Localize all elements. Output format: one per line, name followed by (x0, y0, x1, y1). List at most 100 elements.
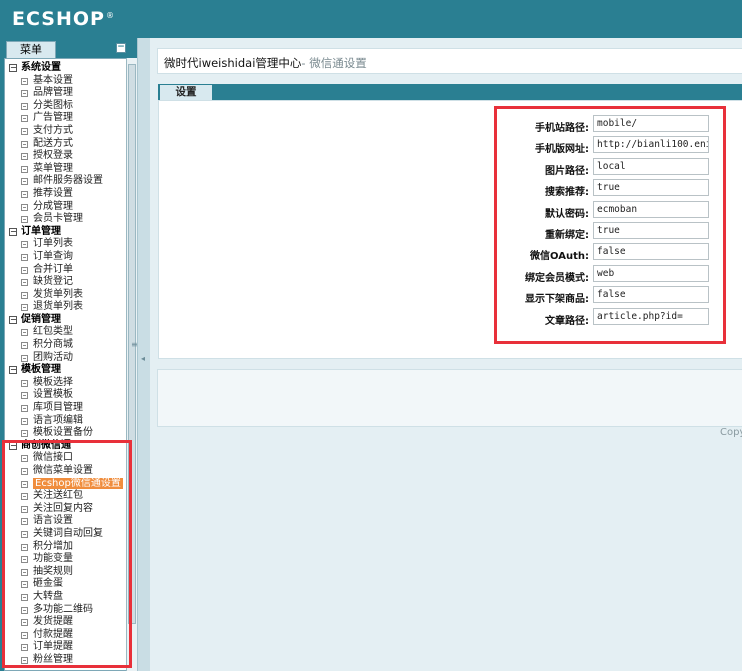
tree-leaf-icon (21, 266, 28, 274)
field-label: 重新绑定: (545, 230, 589, 241)
menu-item[interactable]: 菜单管理 (7, 163, 129, 176)
menu-item[interactable]: 设置模板 (7, 389, 129, 402)
menu-item[interactable]: 订单查询 (7, 251, 129, 264)
tree-leaf-icon (21, 140, 28, 148)
menu-item-label[interactable]: 授权登录 (33, 150, 73, 161)
menu-item-label[interactable]: 红包类型 (33, 326, 73, 337)
menu-item[interactable]: 模板设置备份 (7, 427, 129, 440)
highlight-box-menu (2, 440, 132, 668)
field-label: 文章路径: (545, 315, 589, 327)
menu-item-label[interactable]: 订单查询 (33, 251, 73, 262)
tree-minus-icon[interactable]: − (9, 315, 17, 324)
menu-item[interactable]: 推荐设置 (7, 188, 129, 201)
tab-strip: 设置 (158, 84, 742, 100)
menu-item[interactable]: 授权登录 (7, 150, 129, 163)
field-input[interactable]: http://bianli100.enic (593, 136, 709, 154)
tree-leaf-icon (21, 241, 28, 249)
tree-leaf-icon (21, 354, 28, 362)
menu-item-label[interactable]: 缺货登记 (33, 276, 73, 287)
field-input[interactable]: false (593, 243, 709, 261)
menu-item-label[interactable]: 合并订单 (33, 264, 73, 275)
collapse-arrow-icon[interactable]: ◂ (141, 354, 145, 363)
tree-leaf-icon (21, 342, 28, 350)
menu-item[interactable]: 分类图标 (7, 100, 129, 113)
menu-item-label[interactable]: 订单列表 (33, 238, 73, 249)
menu-item[interactable]: 库项目管理 (7, 402, 129, 415)
field-input[interactable]: true (593, 222, 709, 239)
menu-group-label: 模板管理 (21, 364, 61, 376)
tree-minus-icon[interactable]: − (9, 227, 17, 236)
tree-minus-icon[interactable]: − (9, 366, 17, 375)
menu-group[interactable]: − 模板管理 (7, 364, 129, 377)
frame-divider[interactable]: ◂ (137, 38, 150, 671)
menu-item[interactable]: 会员卡管理 (7, 213, 129, 226)
menu-item[interactable]: 红包类型 (7, 326, 129, 339)
menu-item[interactable]: 模板选择 (7, 377, 129, 390)
menu-item-label[interactable]: 分成管理 (33, 201, 73, 212)
menu-group[interactable]: − 促销管理 (7, 314, 129, 327)
menu-item[interactable]: 品牌管理 (7, 87, 129, 100)
menu-item[interactable]: 团购活动 (7, 352, 129, 365)
tree-leaf-icon (21, 153, 28, 161)
menu-item[interactable]: 积分商城 (7, 339, 129, 352)
menu-item[interactable]: 语言项编辑 (7, 415, 129, 428)
menu-item-label[interactable]: 基本设置 (33, 75, 73, 86)
menu-item[interactable]: 基本设置 (7, 75, 129, 88)
form-row: 搜索推荐: true (500, 179, 724, 200)
menu-item-label[interactable]: 支付方式 (33, 125, 73, 136)
menu-item[interactable]: 合并订单 (7, 264, 129, 277)
menu-item-label[interactable]: 广告管理 (33, 112, 73, 123)
menu-item-label[interactable]: 模板选择 (33, 377, 73, 388)
menu-item[interactable]: 广告管理 (7, 112, 129, 125)
tab-settings[interactable]: 设置 (160, 85, 212, 100)
tree-leaf-icon (21, 430, 28, 438)
menu-item-label[interactable]: 模板设置备份 (33, 427, 93, 438)
square-minus-icon[interactable]: − (116, 43, 126, 53)
field-label: 搜索推荐: (545, 187, 589, 199)
menu-item[interactable]: 缺货登记 (7, 276, 129, 289)
field-input[interactable]: web (593, 264, 709, 282)
menu-item[interactable]: 支付方式 (7, 125, 129, 138)
form-row: 绑定会员模式: web (500, 264, 724, 286)
form-row: 手机站路径: mobile/ (500, 115, 724, 136)
menu-item-label[interactable]: 推荐设置 (33, 188, 73, 199)
menu-item-label[interactable]: 分类图标 (33, 100, 73, 111)
menu-item-label[interactable]: 语言项编辑 (33, 415, 83, 426)
menu-header: 菜单 − (4, 40, 128, 58)
field-input[interactable]: ecmoban (593, 200, 709, 218)
menu-item-label[interactable]: 菜单管理 (33, 163, 73, 174)
menu-group-label: 订单管理 (21, 225, 61, 237)
menu-item-label[interactable]: 发货单列表 (33, 289, 83, 300)
menu-group[interactable]: − 系统设置 (7, 62, 129, 75)
menu-group[interactable]: − 订单管理 (7, 226, 129, 239)
field-input[interactable]: local (593, 157, 709, 175)
field-input[interactable]: true (593, 179, 709, 197)
menu-item-label[interactable]: 配送方式 (33, 138, 73, 149)
menu-item[interactable]: 分成管理 (7, 201, 129, 214)
menu-tab[interactable]: 菜单 (6, 41, 56, 58)
menu-item-label[interactable]: 品牌管理 (33, 87, 73, 98)
menu-item[interactable]: 退货单列表 (7, 301, 129, 314)
tree-leaf-icon (21, 102, 28, 110)
menu-item[interactable]: 配送方式 (7, 138, 129, 151)
menu-item[interactable]: 发货单列表 (7, 289, 129, 302)
menu-item-label[interactable]: 团购活动 (33, 352, 73, 363)
menu-group-label: 系统设置 (21, 62, 61, 73)
page-subtitle: - 微信通设置 (301, 56, 367, 70)
menu-item[interactable]: 订单列表 (7, 238, 129, 251)
menu-item-label[interactable]: 邮件服务器设置 (33, 175, 103, 186)
tree-leaf-icon (21, 77, 28, 85)
copyright-text: Copyri (720, 427, 742, 438)
menu-item[interactable]: 邮件服务器设置 (7, 175, 129, 188)
menu-item-label[interactable]: 积分商城 (33, 339, 73, 350)
field-input[interactable]: mobile/ (593, 115, 709, 132)
field-input[interactable]: false (593, 286, 709, 304)
tree-minus-icon[interactable]: − (9, 64, 17, 72)
menu-item-label[interactable]: 设置模板 (33, 389, 73, 400)
menu-item-label[interactable]: 退货单列表 (33, 301, 83, 312)
menu-item-label[interactable]: 库项目管理 (33, 402, 83, 413)
logo[interactable]: ECSHOP® (12, 8, 115, 30)
menu-item-label[interactable]: 会员卡管理 (33, 213, 83, 224)
form-row: 默认密码: ecmoban (500, 200, 724, 222)
field-input[interactable]: article.php?id= (593, 307, 709, 325)
